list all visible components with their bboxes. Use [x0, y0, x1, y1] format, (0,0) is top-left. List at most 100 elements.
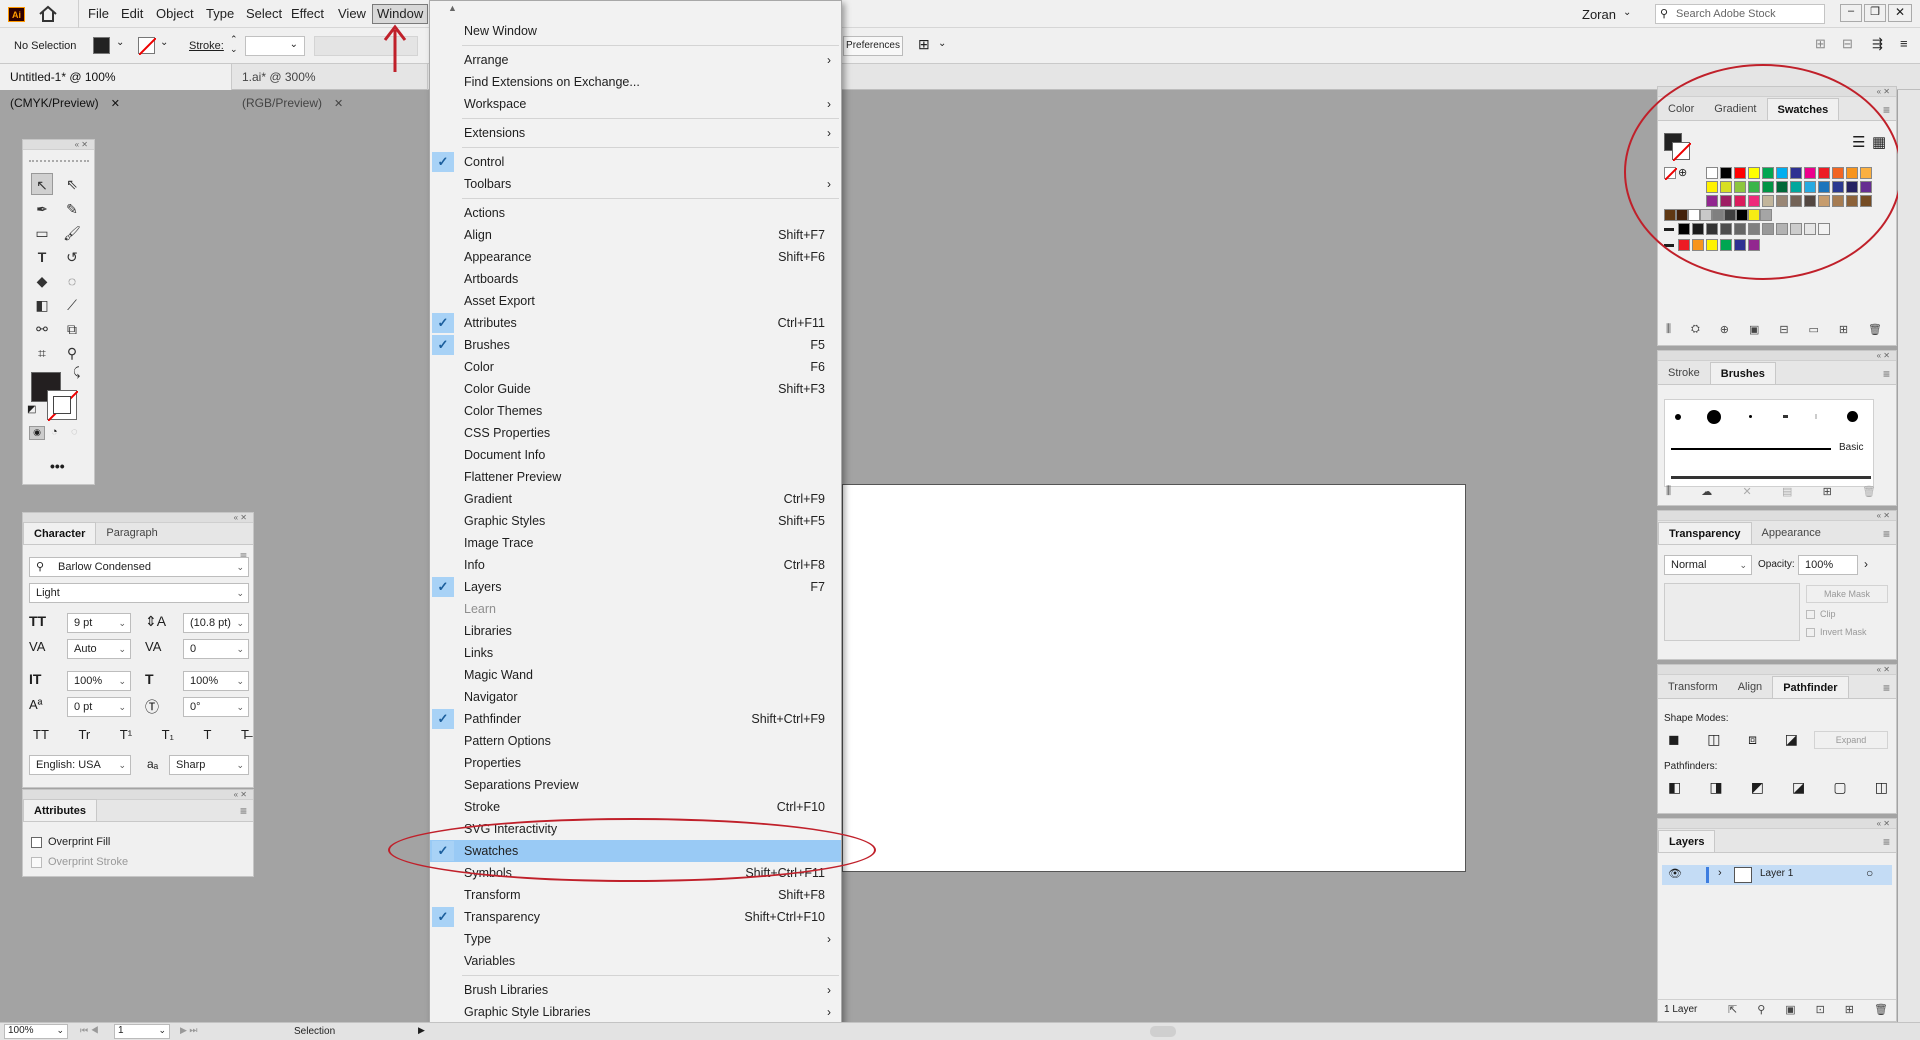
unite-icon[interactable]: ◼: [1668, 731, 1680, 748]
fill-color-swatch[interactable]: [93, 37, 110, 54]
menu-object[interactable]: Object: [152, 5, 198, 23]
overprint-stroke-checkbox[interactable]: [31, 856, 42, 868]
tab-stroke[interactable]: Stroke: [1658, 362, 1710, 384]
baseline-shift-field[interactable]: 0 pt ⌄: [67, 697, 131, 717]
restore-button[interactable]: ❐: [1864, 4, 1886, 22]
new-color-group-icon[interactable]: ⊟: [1779, 323, 1788, 336]
tab-brushes[interactable]: Brushes: [1709, 362, 1776, 384]
distribute-icon[interactable]: ⇶: [1872, 36, 1883, 52]
window-menu-item-transform[interactable]: Transform Shift+F8: [430, 884, 841, 906]
chevron-right-icon[interactable]: ▶: [418, 1025, 425, 1036]
new-layer-icon[interactable]: ⊞: [1845, 1003, 1854, 1016]
artboard-tool-icon[interactable]: ⌗: [31, 342, 53, 364]
strikethrough-button[interactable]: T̶: [241, 727, 249, 742]
charcoal-brush-stroke[interactable]: [1671, 476, 1871, 479]
invert-mask-checkbox[interactable]: [1806, 627, 1815, 637]
panel-menu-icon[interactable]: ≡: [1883, 367, 1890, 381]
panel-grip[interactable]: « ✕: [1658, 511, 1896, 521]
window-menu-item-brushes[interactable]: ✓ Brushes F5: [430, 334, 841, 356]
window-menu-item-align[interactable]: Align Shift+F7: [430, 224, 841, 246]
export-icon[interactable]: ⇱: [1728, 1003, 1737, 1016]
crop-icon[interactable]: ◪: [1792, 779, 1805, 796]
trash-icon[interactable]: 🗑: [1874, 1003, 1888, 1016]
folder-icon[interactable]: ▭: [1808, 323, 1818, 336]
preferences-button[interactable]: Preferences: [843, 36, 903, 56]
underline-button[interactable]: T: [203, 727, 211, 742]
stroke-stepper[interactable]: ⌃ ⌄: [230, 34, 238, 54]
rotate-tool-icon[interactable]: ↺: [61, 246, 83, 268]
panel-grip[interactable]: « ✕: [1658, 351, 1896, 361]
close-icon[interactable]: ✕: [111, 98, 120, 110]
window-menu-item-transparency[interactable]: ✓ Transparency Shift+Ctrl+F10: [430, 906, 841, 928]
window-menu-item-links[interactable]: Links: [430, 642, 841, 664]
minus-back-icon[interactable]: ◫: [1875, 779, 1888, 796]
window-menu-item-pattern-options[interactable]: Pattern Options: [430, 730, 841, 752]
swap-fill-stroke-icon[interactable]: ⤹: [73, 365, 80, 380]
locate-object-icon[interactable]: ⚲: [1757, 1003, 1765, 1016]
menu-edit[interactable]: Edit: [117, 5, 147, 23]
expand-button[interactable]: Expand: [1814, 731, 1888, 749]
layer-name[interactable]: Layer 1: [1760, 868, 1793, 879]
scroll-up-icon[interactable]: ▲: [448, 3, 457, 13]
selection-tool-icon[interactable]: ↖: [31, 173, 53, 195]
tab-transform[interactable]: Transform: [1658, 676, 1728, 698]
font-family-field[interactable]: ⚲ Barlow Condensed ⌄: [29, 557, 249, 577]
more-tools-icon[interactable]: •••: [50, 458, 65, 474]
window-menu-item-learn[interactable]: Learn: [430, 598, 841, 620]
trash-icon[interactable]: 🗑: [1868, 323, 1882, 336]
window-menu-item-separations-preview[interactable]: Separations Preview: [430, 774, 841, 796]
chevron-down-icon[interactable]: ⌄: [160, 37, 168, 48]
window-menu-item-graphic-styles[interactable]: Graphic Styles Shift+F5: [430, 510, 841, 532]
home-icon[interactable]: [38, 5, 58, 23]
exclude-icon[interactable]: ◪: [1785, 731, 1798, 748]
merge-icon[interactable]: ◩: [1751, 779, 1764, 796]
font-size-field[interactable]: 9 pt ⌄: [67, 613, 131, 633]
new-brush-icon[interactable]: ⊞: [1823, 485, 1832, 498]
window-menu-item-new-window[interactable]: New Window: [430, 20, 841, 42]
stroke-color-swatch[interactable]: [138, 37, 156, 55]
panel-menu-icon[interactable]: ≡: [240, 804, 247, 818]
outline-icon[interactable]: ▢: [1833, 779, 1846, 796]
window-menu-item-attributes[interactable]: ✓ Attributes Ctrl+F11: [430, 312, 841, 334]
anti-alias-field[interactable]: Sharp ⌄: [169, 755, 249, 775]
brush-tip-dot[interactable]: [1707, 410, 1721, 424]
new-sublayer-icon[interactable]: ⊡: [1816, 1003, 1825, 1016]
window-menu-item-extensions[interactable]: Extensions ›: [430, 122, 841, 144]
brush-tip-dot[interactable]: [1847, 411, 1858, 422]
tracking-field[interactable]: 0 ⌄: [183, 639, 249, 659]
tab-attributes[interactable]: Attributes: [23, 799, 97, 821]
intersect-icon[interactable]: ⧈: [1748, 731, 1757, 748]
panel-grip[interactable]: « ✕: [1658, 665, 1896, 675]
kerning-field[interactable]: Auto ⌄: [67, 639, 131, 659]
window-menu-item-properties[interactable]: Properties: [430, 752, 841, 774]
zoom-field[interactable]: 100% ⌄: [4, 1024, 68, 1039]
tab-align[interactable]: Align: [1728, 676, 1772, 698]
window-menu-item-color[interactable]: Color F6: [430, 356, 841, 378]
panel-grip[interactable]: « ✕: [1658, 819, 1896, 829]
font-style-field[interactable]: Light ⌄: [29, 583, 249, 603]
warp-tool-icon[interactable]: ◌: [61, 270, 83, 292]
first-artboard-icon[interactable]: ⏮ ◀: [80, 1025, 99, 1036]
window-menu-item-find-extensions-on-exchange[interactable]: Find Extensions on Exchange...: [430, 71, 841, 93]
chevron-right-icon[interactable]: ›: [1718, 867, 1722, 879]
panel-menu-icon[interactable]: ≡: [1883, 681, 1890, 695]
shape-builder-tool-icon[interactable]: ⧉: [61, 318, 83, 340]
small-caps-button[interactable]: Tr: [78, 727, 90, 742]
show-swatch-kinds-icon[interactable]: ⛭: [1691, 323, 1700, 336]
artboard-field[interactable]: 1 ⌄: [114, 1024, 170, 1039]
transform-icon[interactable]: ⊟: [1842, 36, 1853, 52]
arrange-documents-icon[interactable]: ⊞: [918, 36, 930, 53]
window-menu-item-control[interactable]: ✓ Control: [430, 151, 841, 173]
window-menu-item-brush-libraries[interactable]: Brush Libraries ›: [430, 979, 841, 1001]
window-menu-item-flattener-preview[interactable]: Flattener Preview: [430, 466, 841, 488]
brush-libraries-icon[interactable]: ⫼: [1666, 485, 1671, 498]
window-menu-item-pathfinder[interactable]: ✓ Pathfinder Shift+Ctrl+F9: [430, 708, 841, 730]
panel-menu-icon[interactable]: ≡: [1883, 527, 1890, 541]
tab-pathfinder[interactable]: Pathfinder: [1772, 676, 1849, 698]
menu-effect[interactable]: Effect: [287, 5, 328, 23]
last-artboard-icon[interactable]: ▶ ⏭: [180, 1025, 198, 1036]
swatch-libraries-icon[interactable]: ⫼: [1666, 323, 1671, 336]
stroke-weight-input[interactable]: ⌄: [245, 36, 305, 56]
all-caps-button[interactable]: TT: [33, 727, 49, 742]
vertical-scale-field[interactable]: 100% ⌄: [67, 671, 131, 691]
